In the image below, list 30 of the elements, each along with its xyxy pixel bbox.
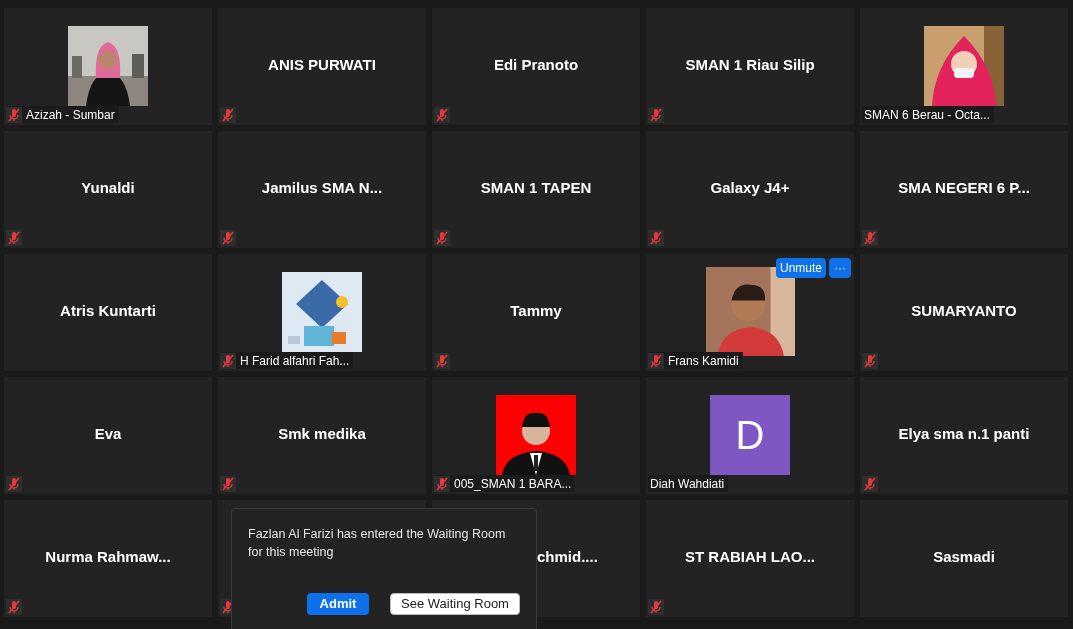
participant-name: ST RABIAH LAO...: [685, 547, 815, 568]
participant-name: SMAN 1 TAPEN: [480, 178, 592, 199]
participant-name-label: 005_SMAN 1 BARA...: [454, 475, 572, 493]
participant-name: ANIS PURWATI: [268, 55, 376, 76]
participant-name-label: Diah Wahdiati: [649, 475, 725, 493]
see-waiting-room-button[interactable]: See Waiting Room: [390, 593, 520, 615]
avatar-letter: D: [710, 395, 790, 475]
participant-name: Sasmadi: [933, 547, 995, 568]
more-button[interactable]: ···: [829, 258, 851, 278]
unmute-button[interactable]: Unmute: [775, 258, 826, 278]
participant-name: Eva: [94, 424, 122, 445]
participant-name: Atris Kuntarti: [60, 301, 156, 322]
notification-message: Fazlan Al Farizi has entered the Waiting Room for this meeting: [248, 526, 507, 561]
participant-name-label: Azizah - Sumbar: [26, 106, 115, 124]
participant-name: Edi Pranoto: [493, 55, 579, 76]
participant-name: Tammy: [510, 301, 562, 322]
participant-name-label: Frans Kamidi: [668, 352, 739, 370]
participant-name: Elya sma n.1 panti: [898, 424, 1030, 445]
participant-name: chmid....: [537, 547, 598, 568]
participant-name: Nurma Rahmaw...: [45, 547, 171, 568]
participant-name: Yunaldi: [81, 178, 135, 199]
participant-name-label: H Farid alfahri Fah...: [240, 352, 350, 370]
admit-button[interactable]: Admit: [307, 593, 369, 615]
participant-name: Jamilus SMA N...: [261, 178, 383, 199]
participant-name: Galaxy J4+: [710, 178, 790, 199]
participant-name-label: SMAN 6 Berau - Octa...: [863, 106, 991, 124]
participant-name: Smk medika: [278, 424, 366, 445]
participant-name: SUMARYANTO: [911, 301, 1017, 322]
participant-name: SMA NEGERI 6 P...: [898, 178, 1030, 199]
participant-name: SMAN 1 Riau Silip: [685, 55, 815, 76]
